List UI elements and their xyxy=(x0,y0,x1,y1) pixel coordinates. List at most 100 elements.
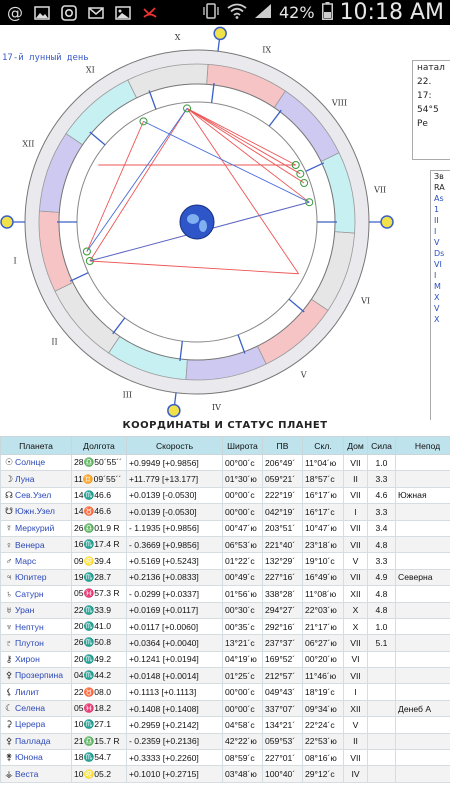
planet-cell: ⚶ Веста xyxy=(0,765,72,783)
power-cell xyxy=(367,650,396,669)
ra-cell: 221°40´ xyxy=(262,535,303,554)
planet-name-link[interactable]: Уран xyxy=(15,605,34,615)
col-header-house[interactable]: Дом xyxy=(343,436,368,455)
ra-cell: 212°57´ xyxy=(262,667,303,685)
table-row[interactable]: ♆ Нептун 20♏41.0 +0.0117 [+0.0060] 00°35´с 29… xyxy=(0,617,450,636)
fixed-star-cell[interactable] xyxy=(395,552,450,570)
table-row[interactable]: ⚶ Веста 10♌05.2 +0.1010 [+0.2715] 03°48´ю 100… xyxy=(0,765,450,783)
col-header-speed[interactable]: Скорость xyxy=(126,436,223,455)
house-panel-link[interactable]: As xyxy=(431,193,450,204)
fixed-star-cell[interactable] xyxy=(395,732,450,751)
planet-name-link[interactable]: Юнона xyxy=(15,752,43,762)
planet-name-link[interactable]: Венера xyxy=(15,540,45,550)
table-row[interactable]: ☾ Селена 05♓18.2 +0.1408 [+0.1408] 00°00´с 33… xyxy=(0,699,450,718)
fixed-star-cell[interactable] xyxy=(395,716,450,734)
fixed-star-cell[interactable] xyxy=(395,617,450,636)
speed-cell: - 0.3669 [+0.9856] xyxy=(126,535,223,554)
table-row[interactable]: ♅ Уран 22♏33.9 +0.0169 [+0.0117] 00°30´с 294°… xyxy=(0,601,450,619)
fixed-star-cell[interactable] xyxy=(395,650,450,669)
table-row[interactable]: ☉ Солнце 28♎50´55´´ +0.9949 [+0.9856] 00°00´… xyxy=(0,453,450,472)
planet-name-link[interactable]: Сатурн xyxy=(15,589,44,599)
fixed-star-cell[interactable] xyxy=(395,601,450,619)
planet-name-link[interactable]: Церера xyxy=(15,719,45,729)
planet-glyph-icon: ⚵ xyxy=(5,752,13,763)
col-header-declination[interactable]: Скл. xyxy=(302,436,344,455)
planet-name-link[interactable]: Меркурий xyxy=(15,523,54,533)
house-panel-link[interactable]: 1 xyxy=(431,204,450,215)
planet-name-link[interactable]: Лилит xyxy=(15,687,39,697)
system-status: 42% 10:18 AM xyxy=(202,0,444,25)
house-panel-link[interactable]: X xyxy=(431,292,450,303)
house-panel-link[interactable]: V xyxy=(431,303,450,314)
table-row[interactable]: ♇ Плутон 26♏50.8 +0.0364 [+0.0040] 13°21´с 23… xyxy=(0,634,450,652)
fixed-star-cell[interactable]: Северна xyxy=(395,568,450,587)
latitude-cell: 13°21´с xyxy=(222,634,263,652)
signal-icon xyxy=(254,3,272,23)
table-row[interactable]: ☋ Южн.Узел 14♉46.6 +0.0139 [-0.0530] 00°00´с… xyxy=(0,503,450,521)
house-panel-link[interactable]: II xyxy=(431,215,450,226)
fixed-star-cell[interactable] xyxy=(395,683,450,701)
fixed-star-cell[interactable] xyxy=(395,519,450,537)
col-header-power[interactable]: Сила xyxy=(367,436,396,455)
table-row[interactable]: ⚵ Юнона 18♏54.7 +0.3333 [+0.2260] 08°59´с 227… xyxy=(0,749,450,767)
col-header-fixed-stars[interactable]: Непод xyxy=(395,436,450,455)
house-panel-link[interactable]: M xyxy=(431,281,450,292)
latitude-cell: 01°56´ю xyxy=(222,585,263,603)
house-panel-link[interactable]: X xyxy=(431,314,450,325)
fixed-star-cell[interactable] xyxy=(395,749,450,767)
fixed-star-cell[interactable] xyxy=(395,585,450,603)
planet-glyph-icon: ⚷ xyxy=(5,653,13,664)
table-row[interactable]: ☊ Сев.Узел 14♏46.6 +0.0139 [-0.0530] 00°00´с… xyxy=(0,486,450,505)
planet-name-link[interactable]: Плутон xyxy=(15,638,44,648)
planet-name-link[interactable]: Паллада xyxy=(15,736,51,746)
table-row[interactable]: ♀ Венера 16♏17.4 R- 0.3669 [+0.9856] 06°53´… xyxy=(0,535,450,554)
fixed-star-cell[interactable] xyxy=(395,453,450,472)
fixed-star-cell[interactable] xyxy=(395,535,450,554)
table-row[interactable]: ⚸ Лилит 22♉08.0 +0.1113 [+0.1113] 00°00´с 049… xyxy=(0,683,450,701)
planet-name-link[interactable]: Луна xyxy=(15,474,35,484)
fixed-star-cell[interactable] xyxy=(395,667,450,685)
image-icon xyxy=(114,4,132,22)
fixed-star-cell[interactable]: Денеб А xyxy=(395,699,450,718)
table-row[interactable]: ⚴ Паллада 21♎15.7 R- 0.2359 [+0.2136] 42°22… xyxy=(0,732,450,751)
house-panel-link[interactable]: V xyxy=(431,237,450,248)
house-panel-link[interactable]: Ds xyxy=(431,248,450,259)
table-row[interactable]: ♃ Юпитер 19♏28.7 +0.2136 [+0.0833] 00°49´с 22… xyxy=(0,568,450,587)
table-row[interactable]: ☽ Луна 11♊09´55´´ +11.779 [+13.177] 01°30´ю 0… xyxy=(0,470,450,488)
planet-name-link[interactable]: Сев.Узел xyxy=(15,490,51,500)
table-row[interactable]: ⚳ Церера 10♏27.1 +0.2959 [+0.2142] 04°58´с 13… xyxy=(0,716,450,734)
col-header-longitude[interactable]: Долгота xyxy=(71,436,127,455)
col-header-latitude[interactable]: Широта xyxy=(222,436,263,455)
fixed-star-cell[interactable]: Южная xyxy=(395,486,450,505)
natal-chart-wheel[interactable]: IIIIIIIVVVIVIIVIIIIXXXIXII xyxy=(0,25,412,420)
planet-name-link[interactable]: Веста xyxy=(15,769,38,779)
fixed-star-cell[interactable] xyxy=(395,765,450,783)
fixed-star-cell[interactable] xyxy=(395,503,450,521)
table-row[interactable]: ♂ Марс 09♌39.4 +0.5169 [+0.5243] 01°22´с 132°… xyxy=(0,552,450,570)
table-row[interactable]: ♄ Сатурн 05♓57.3 R- 0.0299 [+0.0337] 01°56´… xyxy=(0,585,450,603)
planet-name-link[interactable]: Юпитер xyxy=(15,572,47,582)
col-header-planet[interactable]: Планета xyxy=(0,436,72,455)
house-panel-link[interactable]: I xyxy=(431,226,450,237)
speed-cell: +0.1408 [+0.1408] xyxy=(126,699,223,718)
col-header-ra[interactable]: ПВ xyxy=(262,436,303,455)
planet-name-link[interactable]: Южн.Узел xyxy=(15,506,55,516)
planet-name-link[interactable]: Прозерпина xyxy=(15,670,63,680)
table-row[interactable]: ⚷ Хирон 20♏49.2 +0.1241 [+0.0194] 04°19´ю 169… xyxy=(0,650,450,669)
table-row[interactable]: ⚴ Прозерпина 04♏44.2 +0.0148 [+0.0014] 01°25… xyxy=(0,667,450,685)
declination-cell: 16°17´с xyxy=(302,503,344,521)
planet-name-link[interactable]: Селена xyxy=(15,703,45,713)
fixed-star-cell[interactable] xyxy=(395,634,450,652)
fixed-star-cell[interactable] xyxy=(395,470,450,488)
planet-name-link[interactable]: Хирон xyxy=(15,654,40,664)
planet-name-link[interactable]: Марс xyxy=(15,556,36,566)
house-number-label: X xyxy=(175,33,181,42)
ra-cell: 049°43´ xyxy=(262,683,303,701)
latitude-cell: 00°30´с xyxy=(222,601,263,619)
house-panel-link[interactable]: I xyxy=(431,270,450,281)
power-cell: 1.0 xyxy=(367,617,396,636)
planet-name-link[interactable]: Нептун xyxy=(15,622,44,632)
house-panel-link[interactable]: VI xyxy=(431,259,450,270)
table-row[interactable]: ☿ Меркурий 26♎01.9 R- 1.1935 [+0.9856] 00°4… xyxy=(0,519,450,537)
planet-name-link[interactable]: Солнце xyxy=(15,457,45,467)
